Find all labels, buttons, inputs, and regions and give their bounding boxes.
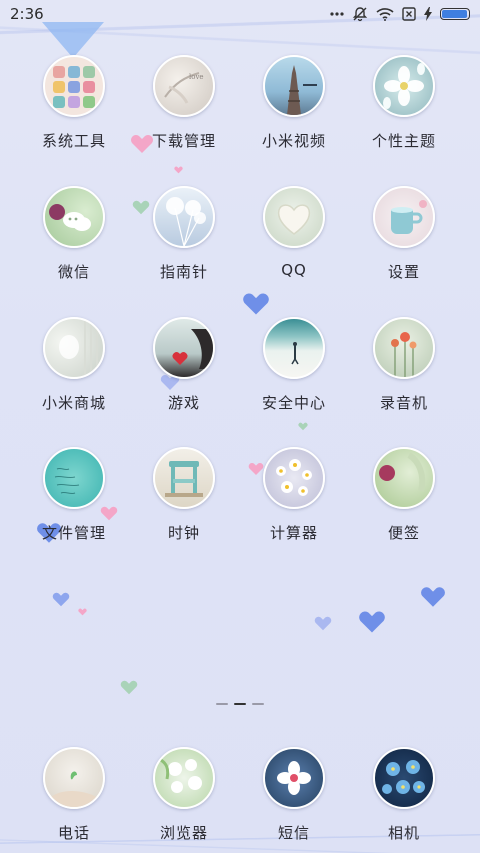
wifi-icon [376,7,394,21]
dock-camera[interactable]: 相机 [349,747,459,843]
heart-decoration-icon [78,608,87,616]
app-settings[interactable]: 设置 [349,186,459,282]
status-bar: 2:36 [0,0,480,28]
phone-icon [43,747,105,809]
app-clock[interactable]: 时钟 [129,447,239,543]
heart-decoration-icon [421,587,445,607]
app-games[interactable]: 游戏 [129,317,239,413]
dock-phone[interactable]: 电话 [19,747,129,843]
status-icons [330,6,470,22]
heart-decoration-icon [243,293,269,315]
app-label: 安全中心 [261,394,326,412]
qq-icon [263,186,325,248]
file-manager-icon [43,447,105,509]
download-icon: love [153,55,215,117]
app-label: 电话 [57,824,90,842]
app-label: 游戏 [167,394,200,412]
theme-icon [373,55,435,117]
app-mi-video[interactable]: 小米视频 [239,55,349,151]
app-label: 短信 [277,824,310,842]
app-label: 设置 [387,263,420,281]
app-mi-store[interactable]: 小米商城 [19,317,129,413]
bell-off-icon [352,6,368,22]
app-themes[interactable]: 个性主题 [349,55,459,151]
notes-icon [373,447,435,509]
app-label: 录音机 [379,394,428,412]
app-wechat[interactable]: 微信 [19,186,129,282]
battery-icon [440,8,470,20]
video-icon [263,55,325,117]
dock-browser[interactable]: 浏览器 [129,747,239,843]
page-indicator[interactable] [0,703,480,705]
clock-icon [153,447,215,509]
heart-decoration-icon [298,422,308,431]
app-label: 文件管理 [41,524,106,542]
app-system-tools[interactable]: 系统工具 [19,55,129,151]
dock-messages[interactable]: 短信 [239,747,349,843]
browser-icon [153,747,215,809]
app-download-manager[interactable]: love 下载管理 [129,55,239,151]
app-label: 指南针 [159,263,208,281]
app-label: 个性主题 [371,132,436,150]
security-icon [263,317,325,379]
app-compass[interactable]: 指南针 [129,186,239,282]
app-label: 微信 [57,263,90,281]
sim-x-icon [402,7,416,21]
heart-decoration-icon [359,611,385,633]
page-dot[interactable] [216,703,228,705]
camera-icon [373,747,435,809]
app-recorder[interactable]: 录音机 [349,317,459,413]
messages-icon [263,747,325,809]
app-qq[interactable]: QQ [239,186,349,279]
app-label: 相机 [387,824,420,842]
page-dot[interactable] [252,703,264,705]
app-label: 便签 [387,524,420,542]
svg-text:love: love [189,73,204,81]
app-label: 小米商城 [41,394,106,412]
settings-icon [373,186,435,248]
wechat-icon [43,186,105,248]
mi-store-icon [43,317,105,379]
compass-icon [153,186,215,248]
status-time: 2:36 [10,5,44,23]
app-label: 时钟 [167,524,200,542]
app-label: 小米视频 [261,132,326,150]
heart-decoration-icon [52,592,70,607]
heart-decoration-icon [120,680,138,695]
games-icon [153,317,215,379]
app-label: 计算器 [269,524,318,542]
page-dot-active[interactable] [234,703,246,705]
app-label: 系统工具 [41,132,106,150]
app-file-manager[interactable]: 文件管理 [19,447,129,543]
app-label: 下载管理 [151,132,216,150]
battery-level-fill [442,10,467,18]
more-dots-icon [330,11,344,17]
tools-folder-icon [43,55,105,117]
charging-bolt-icon [424,7,432,21]
app-label: 浏览器 [159,824,208,842]
recorder-icon [373,317,435,379]
app-security-center[interactable]: 安全中心 [239,317,349,413]
heart-decoration-icon [314,616,332,631]
calculator-icon [263,447,325,509]
heart-decoration-icon [174,166,183,174]
app-label: QQ [281,261,307,279]
app-notes[interactable]: 便签 [349,447,459,543]
app-calculator[interactable]: 计算器 [239,447,349,543]
